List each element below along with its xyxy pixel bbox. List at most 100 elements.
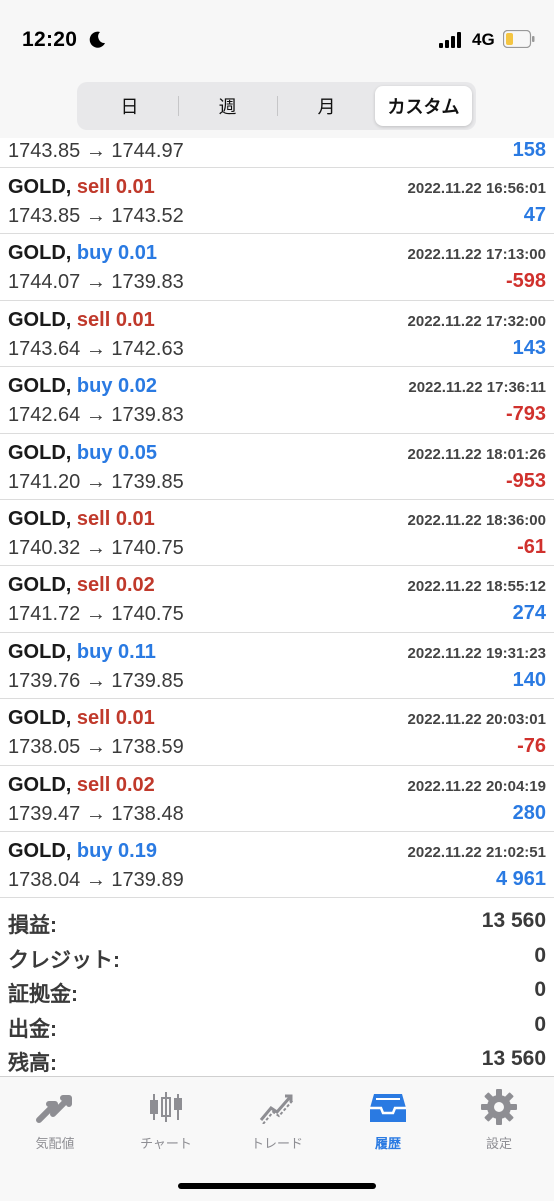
trade-prices: 1742.64 → 1739.83 (8, 404, 184, 427)
summary-value: 0 (534, 1012, 546, 1036)
trade-side: buy 0.05 (76, 441, 157, 464)
trade-row[interactable]: GOLD, buy 0.01 2022.11.22 17:13:00 1744.07… (0, 234, 554, 301)
trade-side: buy 0.01 (76, 242, 157, 265)
trade-row[interactable]: GOLD, sell 0.02 2022.11.22 18:55:12 1741.7… (0, 566, 554, 633)
trade-row[interactable]: GOLD, sell 0.02 2022.11.22 20:04:19 1739.4… (0, 766, 554, 832)
segment-custom[interactable]: カスタム (375, 86, 472, 126)
trade-profit: 158 (512, 139, 546, 161)
summary-row-margin: 証拠金: 0 (0, 975, 554, 1010)
trade-row[interactable]: GOLD, sell 0.01 2022.11.22 18:36:00 1740.3… (0, 500, 554, 567)
symbol-name: GOLD, (8, 839, 72, 862)
trade-prices: 1741.20 → 1739.85 (8, 470, 184, 493)
tab-label: 履歴 (374, 1136, 401, 1151)
trade-row[interactable]: GOLD, buy 0.05 2022.11.22 18:01:26 1741.20… (0, 434, 554, 500)
trade-symbol: GOLD, sell 0.01 (8, 309, 155, 332)
status-time: 12:20 (22, 28, 78, 51)
segment-month[interactable]: 月 (278, 86, 375, 126)
trade-time: 2022.11.22 20:04:19 (407, 777, 546, 795)
trade-time: 2022.11.22 20:03:01 (407, 711, 546, 729)
trade-prices: 1739.47 → 1738.48 (8, 802, 184, 825)
home-indicator (178, 1183, 376, 1189)
trade-time: 2022.11.22 21:02:51 (407, 843, 546, 861)
trade-row[interactable]: GOLD, buy 0.19 2022.11.22 21:02:51 1738.04… (0, 832, 554, 899)
trade-symbol: GOLD, buy 0.05 (8, 442, 157, 465)
trade-side: buy 0.19 (76, 839, 157, 862)
summary-row-withdrawal: 出金: 0 (0, 1010, 554, 1045)
symbol-name: GOLD, (8, 574, 72, 597)
trade-row[interactable]: GOLD, sell 0.01 2022.11.22 17:32:00 1743.6… (0, 301, 554, 368)
trade-time: 2022.11.22 16:56:01 (407, 180, 546, 197)
tab-settings[interactable]: 設定 (444, 1087, 554, 1157)
history-inbox-icon (333, 1087, 443, 1127)
tab-label: 気配値 (35, 1136, 75, 1151)
trade-profit: -76 (517, 735, 546, 758)
tab-quotes[interactable]: 気配値 (0, 1087, 110, 1157)
segment-week[interactable]: 週 (179, 86, 276, 126)
trade-side: sell 0.01 (76, 176, 155, 198)
trade-time: 2022.11.22 18:01:26 (407, 445, 546, 463)
trade-symbol: GOLD, sell 0.02 (8, 774, 155, 797)
cellular-signal-icon (439, 32, 463, 53)
battery-icon (502, 29, 535, 53)
trade-prices: 1743.85 → 1743.52 (8, 205, 184, 227)
trade-prices: 1744.07 → 1739.83 (8, 271, 184, 294)
trade-row[interactable]: GOLD, sell 0.01 2022.11.22 20:03:01 1738.0… (0, 699, 554, 766)
symbol-name: GOLD, (8, 640, 72, 663)
status-bar: 12:20 4G (0, 0, 554, 80)
trade-history-list: 1743.85 → 1744.97 158 GOLD, sell 0.01 202… (0, 138, 554, 899)
trade-row[interactable]: GOLD, buy 0.02 2022.11.22 17:36:11 1742.64… (0, 367, 554, 434)
trade-symbol: GOLD, sell 0.01 (8, 176, 155, 199)
summary-row-balance: 残高: 13 560 (0, 1044, 554, 1079)
trade-profit: -953 (505, 469, 546, 492)
trade-time: 2022.11.22 17:32:00 (407, 312, 546, 330)
account-summary: 損益: 13 560 クレジット: 0 証拠金: 0 出金: 0 残高: 13 … (0, 906, 554, 1079)
trade-profit: -793 (505, 403, 546, 426)
trade-symbol: GOLD, sell 0.02 (8, 574, 155, 597)
segment-day[interactable]: 日 (81, 86, 178, 126)
trade-side: sell 0.02 (76, 773, 155, 796)
summary-label: 損益: (8, 914, 57, 937)
trade-prices: 1741.72 → 1740.75 (8, 603, 184, 626)
trade-profit: -61 (517, 535, 546, 558)
symbol-name: GOLD, (8, 308, 72, 331)
tab-trade[interactable]: トレード (222, 1087, 332, 1157)
trade-time: 2022.11.22 18:36:00 (407, 511, 546, 529)
trade-profit: 280 (512, 801, 546, 824)
trade-side: sell 0.01 (76, 507, 155, 530)
tab-history[interactable]: 履歴 (333, 1087, 443, 1157)
symbol-name: GOLD, (8, 507, 72, 530)
summary-row-profit: 損益: 13 560 (0, 906, 554, 941)
candlestick-chart-icon (111, 1087, 221, 1127)
trade-row[interactable]: GOLD, sell 0.01 2022.11.22 16:56:01 1743.8… (0, 168, 554, 235)
trade-prices: 1740.32 → 1740.75 (8, 536, 184, 559)
summary-value: 0 (534, 943, 546, 967)
symbol-name: GOLD, (8, 773, 72, 796)
trade-side: sell 0.02 (76, 574, 155, 597)
trade-side: buy 0.11 (76, 640, 156, 663)
period-segmented-control: 日 週 月 カスタム (77, 82, 476, 130)
tab-label: チャート (140, 1136, 192, 1151)
tab-label: 設定 (485, 1136, 512, 1151)
symbol-name: GOLD, (8, 176, 72, 198)
trade-symbol: GOLD, buy 0.01 (8, 242, 157, 265)
trade-symbol: GOLD, sell 0.01 (8, 707, 155, 730)
trade-prices: 1743.64 → 1742.63 (8, 337, 184, 360)
summary-row-credit: クレジット: 0 (0, 941, 554, 976)
symbol-name: GOLD, (8, 441, 72, 464)
tab-label: トレード (250, 1136, 303, 1151)
trade-profit: -598 (505, 270, 546, 293)
tab-chart[interactable]: チャート (111, 1087, 221, 1157)
symbol-name: GOLD, (8, 242, 72, 265)
trade-side: sell 0.01 (76, 707, 155, 730)
trade-row[interactable]: 1743.85 → 1744.97 158 (0, 138, 554, 168)
summary-label: 残高: (8, 1052, 57, 1076)
trade-prices: 1738.04 → 1739.89 (8, 868, 184, 891)
network-type: 4G (472, 30, 495, 49)
trade-row[interactable]: GOLD, buy 0.11 2022.11.22 19:31:23 1739.76… (0, 633, 554, 700)
header: 12:20 4G 日 週 月 カスタム (0, 0, 554, 138)
trade-symbol: GOLD, sell 0.01 (8, 508, 155, 531)
trade-prices: 1743.85 → 1744.97 (8, 140, 184, 162)
summary-label: クレジット: (8, 948, 120, 972)
quotes-icon (0, 1087, 110, 1127)
moon-icon (88, 31, 106, 54)
